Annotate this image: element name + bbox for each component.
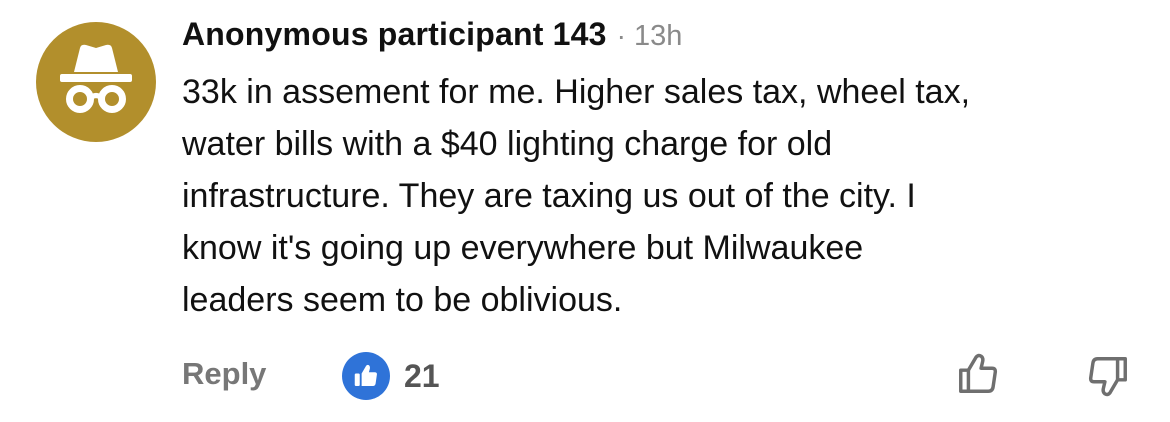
avatar[interactable] [36,22,156,142]
timestamp: 13h [633,20,683,52]
upvote-button[interactable] [950,346,1006,402]
comment: Anonymous participant 143 · 13h 33k in a… [0,0,1170,422]
like-badge [342,352,390,400]
author-name[interactable]: Anonymous participant 143 [182,16,607,53]
thumbs-up-outline-icon [959,353,998,393]
thumbs-down-outline-icon [1088,357,1127,397]
downvote-button[interactable] [1080,348,1136,404]
incognito-icon [60,44,132,113]
comment-header: Anonymous participant 143 · 13h [182,16,682,60]
reply-button[interactable]: Reply [182,356,266,392]
separator-dot: · [616,20,626,51]
like-summary: 21 [342,351,440,401]
thumbs-up-icon [354,364,377,386]
like-count: 21 [404,357,440,394]
comment-actions: Reply 21 [182,346,1142,406]
comment-text: 33k in assement for me. Higher sales tax… [182,73,971,319]
